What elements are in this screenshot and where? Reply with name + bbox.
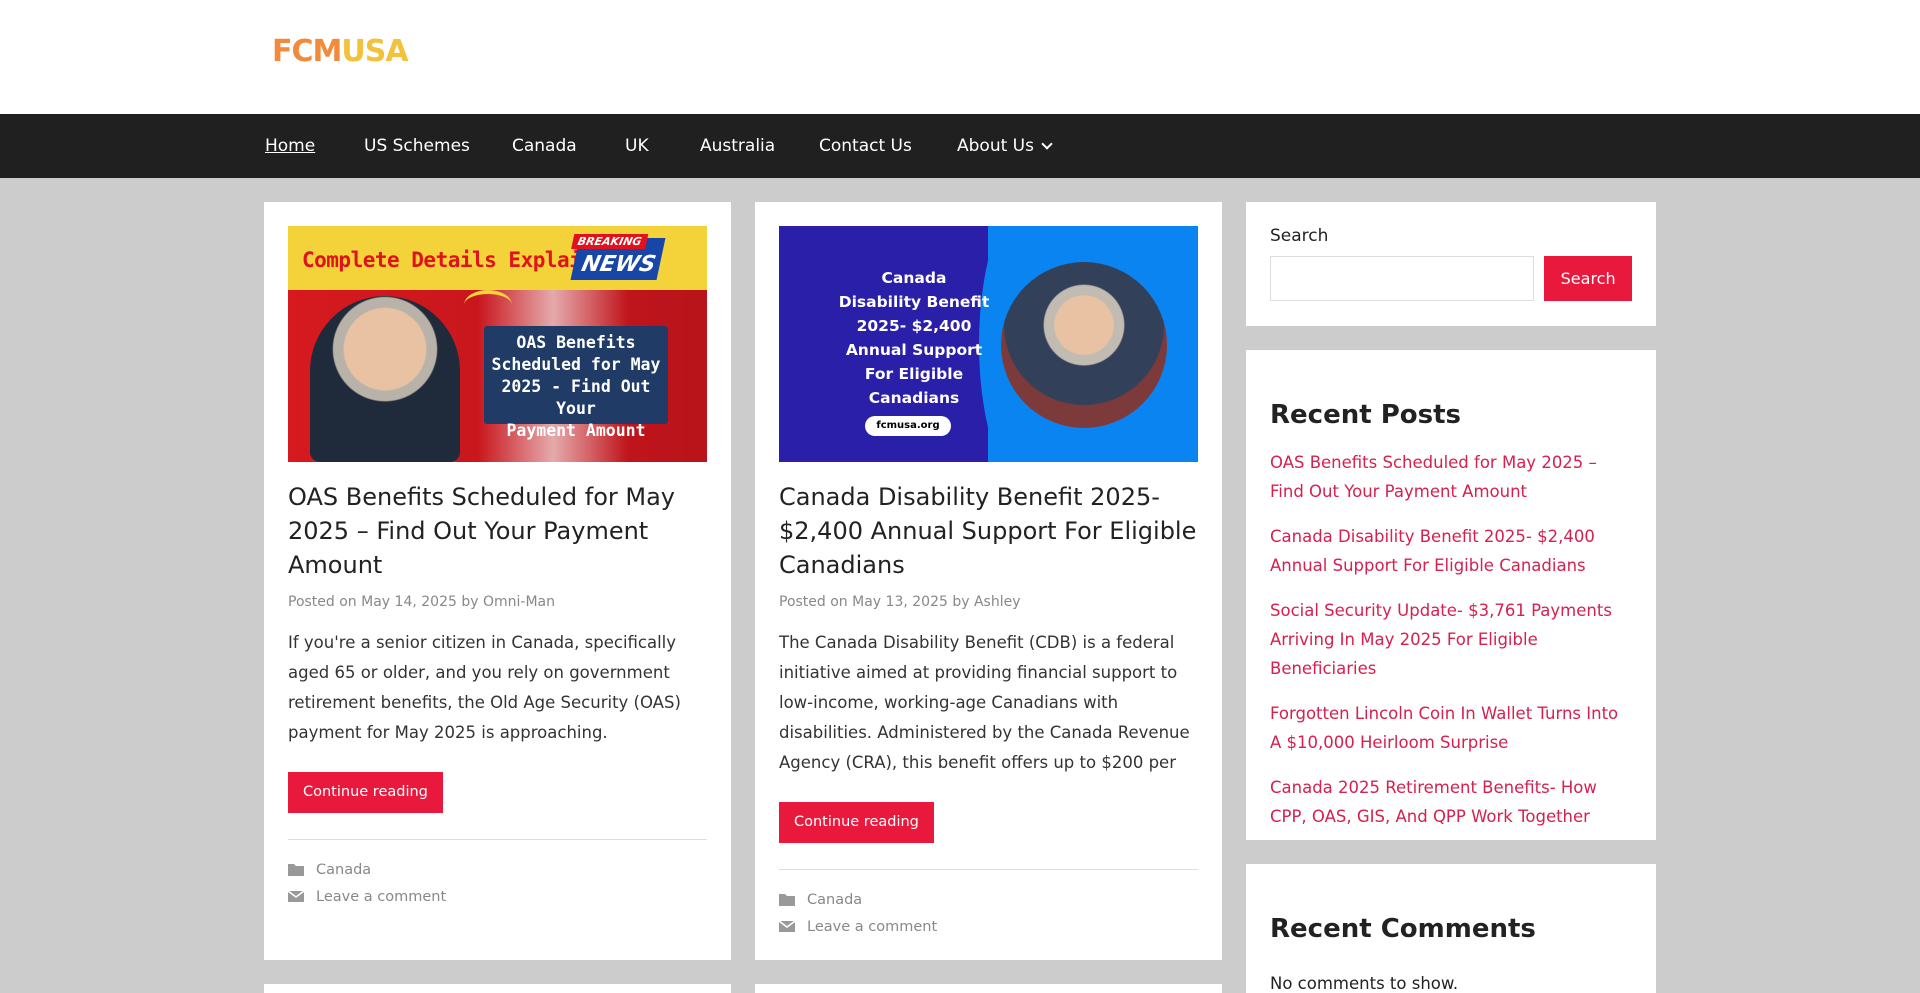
recent-posts-title: Recent Posts [1270,400,1461,430]
thumbnail-line: 2025 - Find Out Your [501,377,651,418]
thumbnail-line: Annual Support [845,341,983,359]
recent-posts-list: OAS Benefits Scheduled for May 2025 – Fi… [1270,448,1632,831]
thumbnail-line: OAS Benefits [516,333,636,352]
recent-post-link[interactable]: Canada 2025 Retirement Benefits- How CPP… [1270,773,1632,831]
nav-about-us[interactable]: About Us [957,114,1053,178]
post-card: Canada Disability Benefit 2025- $2,400 A… [755,202,1222,960]
recent-post-link[interactable]: Canada Disability Benefit 2025- $2,400 A… [1270,522,1632,580]
nav-canada[interactable]: Canada [512,114,577,178]
post-category[interactable]: Canada [807,892,862,908]
search-widget: Search Search [1246,202,1656,326]
post-thumbnail[interactable]: Complete Details Explained BREAKING NEWS… [288,226,707,462]
site-logo[interactable]: FCMUSA [272,34,409,69]
search-label: Search [1270,226,1329,246]
post-date[interactable]: May 14, 2025 [361,594,457,610]
post-excerpt: The Canada Disability Benefit (CDB) is a… [779,633,1190,772]
envelope-icon [288,890,304,902]
post-meta: Posted on May 14, 2025 by Omni-Man [288,594,707,610]
no-comments-text: No comments to show. [1270,974,1459,993]
post-author[interactable]: Omni-Man [483,594,555,610]
search-button[interactable]: Search [1544,256,1632,301]
site-header: FCMUSA [0,0,1920,114]
post-card-next [264,984,731,993]
arrow-graphic [464,290,512,320]
recent-post-link[interactable]: OAS Benefits Scheduled for May 2025 – Fi… [1270,448,1632,506]
nav-contact-us[interactable]: Contact Us [819,114,912,178]
main-navigation: Home US Schemes Canada UK Australia Cont… [0,114,1920,178]
thumbnail-line: Disability Benefit [838,293,990,311]
logo-part-2: USA [341,34,408,69]
person-photo [1001,262,1167,428]
continue-reading-button[interactable]: Continue reading [779,802,934,843]
by-label: by [461,594,479,610]
folder-icon [288,864,304,876]
envelope-icon [779,920,795,932]
post-meta: Posted on May 13, 2025 by Ashley [779,594,1198,610]
nav-uk[interactable]: UK [625,114,649,178]
posted-on-label: Posted on [779,594,848,610]
thumbnail-line: Payment Amount [506,421,646,440]
breaking-label: BREAKING [571,234,649,249]
chevron-down-icon [1041,138,1053,150]
post-author[interactable]: Ashley [974,594,1021,610]
post-excerpt: If you're a senior citizen in Canada, sp… [288,633,681,742]
recent-comments-widget: Recent Comments No comments to show. [1246,864,1656,993]
leave-comment-link[interactable]: Leave a comment [807,919,937,935]
nav-australia[interactable]: Australia [700,114,775,178]
nav-about-us-label: About Us [957,136,1034,156]
thumbnail-info-box: OAS Benefits Scheduled for May 2025 - Fi… [484,326,668,440]
thumbnail-text: Canada Disability Benefit 2025- $2,400 A… [811,266,1017,410]
post-date[interactable]: May 13, 2025 [852,594,948,610]
nav-home[interactable]: Home [265,114,315,178]
recent-post-link[interactable]: Forgotten Lincoln Coin In Wallet Turns I… [1270,699,1632,757]
posted-on-label: Posted on [288,594,357,610]
breaking-news-badge: BREAKING NEWS [570,234,666,280]
person-photo [310,296,460,462]
post-card-next [755,984,1222,993]
post-title[interactable]: OAS Benefits Scheduled for May 2025 – Fi… [288,480,707,582]
news-label: NEWS [579,252,659,277]
continue-reading-button[interactable]: Continue reading [288,772,443,813]
post-footer: Canada Leave a comment [779,869,1198,940]
thumbnail-line: For Eligible [864,365,964,383]
leave-comment-link[interactable]: Leave a comment [316,889,446,905]
site-url-pill: fcmusa.org [865,416,951,436]
recent-posts-widget: Recent Posts OAS Benefits Scheduled for … [1246,350,1656,840]
thumbnail-line: 2025- $2,400 [856,317,972,335]
search-input[interactable] [1270,256,1535,301]
post-footer: Canada Leave a comment [288,839,707,910]
by-label: by [952,594,970,610]
post-card: Complete Details Explained BREAKING NEWS… [264,202,731,960]
thumbnail-line: Canadians [868,389,960,407]
logo-part-1: FCM [272,34,342,69]
thumbnail-line: Canada [881,269,947,287]
recent-post-link[interactable]: Social Security Update- $3,761 Payments … [1270,596,1632,683]
folder-icon [779,894,795,906]
nav-us-schemes[interactable]: US Schemes [364,114,470,178]
post-category[interactable]: Canada [316,862,371,878]
thumbnail-line: Scheduled for May [491,355,661,374]
post-title[interactable]: Canada Disability Benefit 2025- $2,400 A… [779,480,1198,582]
thumbnail-banner-text: Complete Details Explained [302,248,618,272]
recent-comments-title: Recent Comments [1270,914,1536,944]
post-thumbnail[interactable]: Canada Disability Benefit 2025- $2,400 A… [779,226,1198,462]
